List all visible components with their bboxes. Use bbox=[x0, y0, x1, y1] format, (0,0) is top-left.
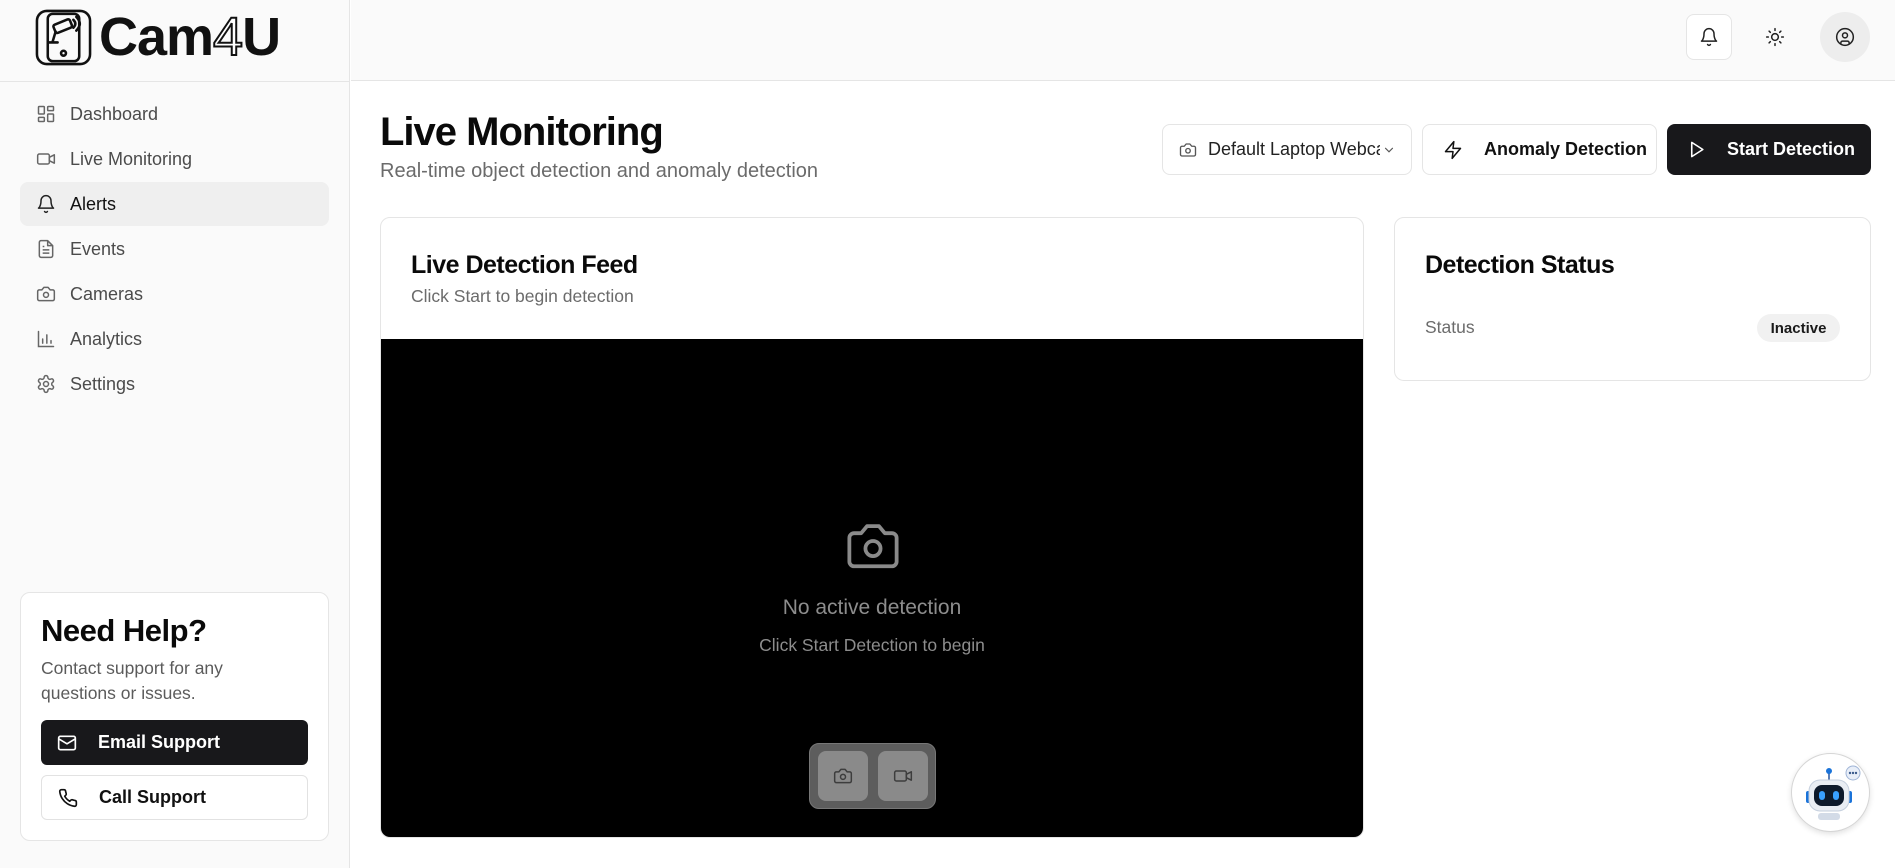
brand-name-digit: 4 bbox=[212, 7, 244, 67]
call-support-label: Call Support bbox=[99, 787, 206, 807]
video-camera-icon bbox=[36, 153, 56, 165]
play-icon bbox=[1690, 141, 1704, 158]
anomaly-detection-button[interactable]: Anomaly Detection bbox=[1422, 124, 1657, 175]
sun-icon bbox=[1765, 27, 1785, 47]
status-badge: Inactive bbox=[1757, 314, 1840, 342]
layout-grid-icon bbox=[37, 105, 55, 123]
sidebar-nav: Dashboard Live Monitoring Alerts Events … bbox=[20, 92, 329, 407]
chevron-down-icon bbox=[1384, 147, 1394, 153]
sidebar-item-cameras[interactable]: Cameras bbox=[20, 272, 329, 316]
lightning-icon bbox=[1444, 140, 1462, 159]
camera-icon bbox=[847, 524, 899, 569]
page-title: Live Monitoring bbox=[380, 110, 664, 154]
camera-icon bbox=[833, 768, 853, 784]
record-button[interactable] bbox=[878, 751, 928, 801]
sidebar-item-live-monitoring[interactable]: Live Monitoring bbox=[20, 137, 329, 181]
start-detection-button[interactable]: Start Detection bbox=[1667, 124, 1871, 175]
help-title: Need Help? bbox=[41, 613, 207, 648]
user-circle-icon bbox=[1835, 27, 1855, 47]
sidebar-item-settings[interactable]: Settings bbox=[20, 362, 329, 406]
email-support-button[interactable]: Email Support bbox=[41, 720, 308, 765]
empty-state-subtitle: Click Start Detection to begin bbox=[759, 635, 985, 655]
brand-logo[interactable]: Cam4U bbox=[34, 7, 281, 67]
cctv-phone-icon bbox=[35, 9, 92, 65]
chatbot-button[interactable] bbox=[1791, 753, 1870, 832]
live-feed-card: Live Detection Feed Click Start to begin… bbox=[380, 217, 1364, 838]
brand-name: Cam4U bbox=[99, 7, 281, 67]
sidebar-item-label: Alerts bbox=[70, 193, 117, 214]
sidebar-item-label: Analytics bbox=[70, 328, 143, 349]
call-support-button[interactable]: Call Support bbox=[41, 775, 308, 820]
sidebar-item-label: Cameras bbox=[70, 283, 144, 304]
anomaly-detection-label: Anomaly Detection bbox=[1484, 139, 1648, 159]
video-feed: No active detection Click Start Detectio… bbox=[381, 339, 1363, 837]
help-card: Need Help? Contact support for any quest… bbox=[20, 592, 329, 841]
empty-state-title: No active detection bbox=[782, 596, 962, 619]
video-camera-icon bbox=[893, 770, 913, 782]
sidebar-item-events[interactable]: Events bbox=[20, 227, 329, 271]
email-support-label: Email Support bbox=[98, 732, 221, 752]
phone-icon bbox=[58, 788, 78, 807]
bar-chart-icon bbox=[37, 330, 55, 348]
mail-icon bbox=[57, 735, 77, 750]
sidebar-item-label: Events bbox=[70, 238, 126, 259]
theme-toggle-button[interactable] bbox=[1752, 14, 1798, 60]
detection-status-card: Detection Status Status Inactive bbox=[1394, 217, 1871, 381]
sidebar-item-label: Live Monitoring bbox=[70, 148, 193, 169]
camera-select[interactable]: Default Laptop Webcam bbox=[1162, 124, 1412, 175]
bell-icon bbox=[37, 194, 55, 214]
account-button[interactable] bbox=[1820, 12, 1870, 62]
help-description: Contact support for any questions or iss… bbox=[41, 658, 223, 703]
notifications-button[interactable] bbox=[1686, 14, 1732, 60]
brand-name-suffix: U bbox=[242, 7, 281, 67]
file-text-icon bbox=[38, 239, 54, 259]
sidebar: Cam4U Dashboard Live Monitoring Alerts E… bbox=[0, 0, 350, 868]
camera-select-value: Default Laptop Webcam bbox=[1208, 139, 1380, 159]
feed-subtitle: Click Start to begin detection bbox=[411, 286, 634, 306]
camera-icon bbox=[36, 286, 56, 302]
status-label: Status bbox=[1425, 317, 1475, 337]
page-subtitle: Real-time object detection and anomaly d… bbox=[380, 160, 819, 182]
sidebar-item-dashboard[interactable]: Dashboard bbox=[20, 92, 329, 136]
sidebar-item-alerts[interactable]: Alerts bbox=[20, 182, 329, 226]
sidebar-item-analytics[interactable]: Analytics bbox=[20, 317, 329, 361]
sidebar-item-label: Dashboard bbox=[70, 103, 159, 124]
camera-icon bbox=[1179, 142, 1197, 157]
sidebar-item-label: Settings bbox=[70, 373, 136, 394]
top-header bbox=[351, 0, 1895, 81]
sidebar-divider bbox=[0, 81, 350, 82]
feed-controls bbox=[809, 743, 936, 809]
gear-icon bbox=[37, 374, 55, 394]
bell-icon bbox=[1700, 27, 1718, 47]
brand-name-prefix: Cam bbox=[99, 7, 214, 67]
snapshot-button[interactable] bbox=[818, 751, 868, 801]
status-title: Detection Status bbox=[1425, 251, 1615, 279]
start-detection-label: Start Detection bbox=[1727, 139, 1856, 159]
feed-title: Live Detection Feed bbox=[411, 251, 638, 279]
robot-icon bbox=[1805, 765, 1860, 820]
